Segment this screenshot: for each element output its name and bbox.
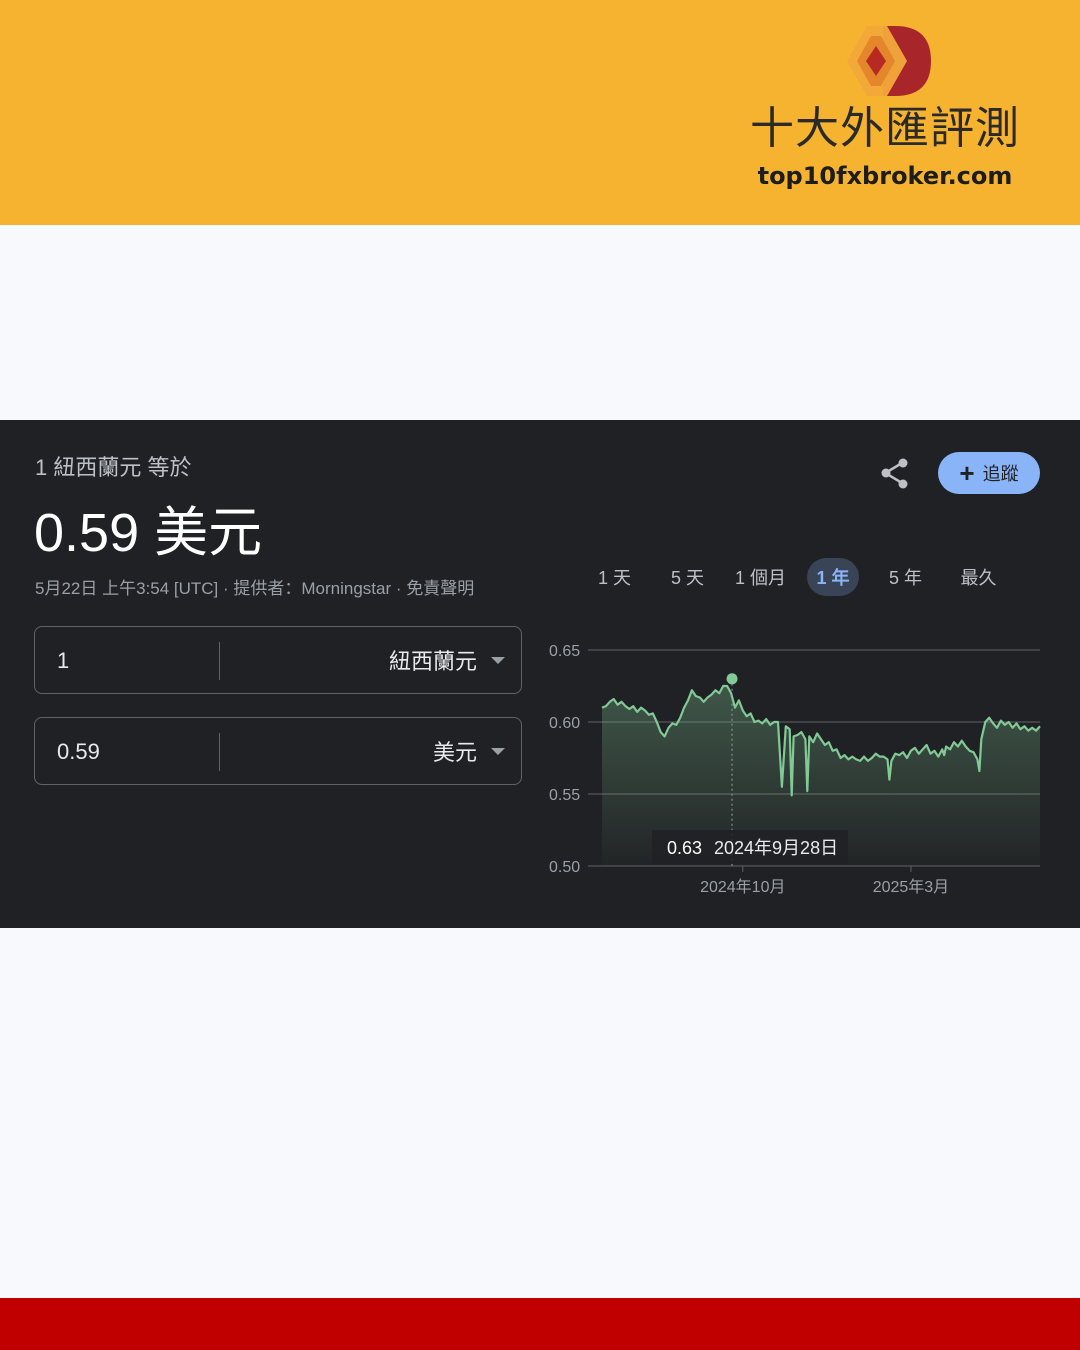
brand-logo: 十大外匯評測 top10fxbroker.com <box>740 22 1030 190</box>
tab-range-1d[interactable]: 1 天 <box>578 558 651 596</box>
to-currency-label: 美元 <box>432 740 477 765</box>
follow-button[interactable]: + 追蹤 <box>938 452 1040 494</box>
brand-url: top10fxbroker.com <box>757 162 1013 190</box>
marker-dot <box>726 673 738 685</box>
tooltip-date: 2024年9月28日 <box>714 838 838 858</box>
chevron-down-icon <box>491 747 505 755</box>
y-tick-label: 0.60 <box>549 715 580 732</box>
from-amount-box: 紐西蘭元 <box>34 626 522 695</box>
y-tick-label: 0.65 <box>549 643 580 660</box>
tab-range-1y[interactable]: 1 年 <box>807 558 859 596</box>
chevron-down-icon <box>491 656 505 664</box>
tab-range-5d[interactable]: 5 天 <box>651 558 724 596</box>
tab-range-1m[interactable]: 1 個月 <box>724 558 797 596</box>
follow-label: 追蹤 <box>982 464 1019 484</box>
source-meta: 5月22日 上午3:54 [UTC] · 提供者：Morningstar · 免… <box>35 579 475 598</box>
equals-label: 1 紐西蘭元 等於 <box>35 455 192 480</box>
conversion-result: 0.59 美元 <box>34 503 263 563</box>
tooltip-value: 0.63 <box>667 838 702 858</box>
to-amount-box: 美元 <box>34 717 522 786</box>
brand-name: 十大外匯評測 <box>750 103 1020 154</box>
tab-range-max[interactable]: 最久 <box>942 558 1015 596</box>
from-currency-select[interactable]: 紐西蘭元 <box>389 627 505 693</box>
range-tabs: 1 天 5 天 1 個月 1 年 5 年 最久 <box>578 558 1015 596</box>
divider <box>219 642 220 680</box>
to-currency-select[interactable]: 美元 <box>433 718 505 784</box>
divider <box>219 733 220 771</box>
share-button[interactable] <box>878 456 912 490</box>
bottom-banner <box>0 1298 1080 1350</box>
y-tick-label: 0.50 <box>549 859 580 876</box>
plus-icon: + <box>959 458 975 488</box>
tab-range-5y[interactable]: 5 年 <box>869 558 942 596</box>
exchange-rate-chart[interactable]: 0.65 0.60 0.55 0.50 2024年10月 2025年3月 0.63 2024年… <box>540 630 1050 910</box>
to-amount-input[interactable] <box>55 718 209 786</box>
x-tick-label: 2025年3月 <box>873 878 950 896</box>
brand-emblem-icon <box>847 26 931 96</box>
currency-converter-panel: 1 紐西蘭元 等於 0.59 美元 5月22日 上午3:54 [UTC] · 提… <box>0 420 1080 928</box>
x-tick-label: 2024年10月 <box>700 878 785 896</box>
from-currency-label: 紐西蘭元 <box>388 649 477 674</box>
share-icon <box>881 458 908 489</box>
from-amount-input[interactable] <box>55 627 209 695</box>
y-tick-label: 0.55 <box>549 787 580 804</box>
